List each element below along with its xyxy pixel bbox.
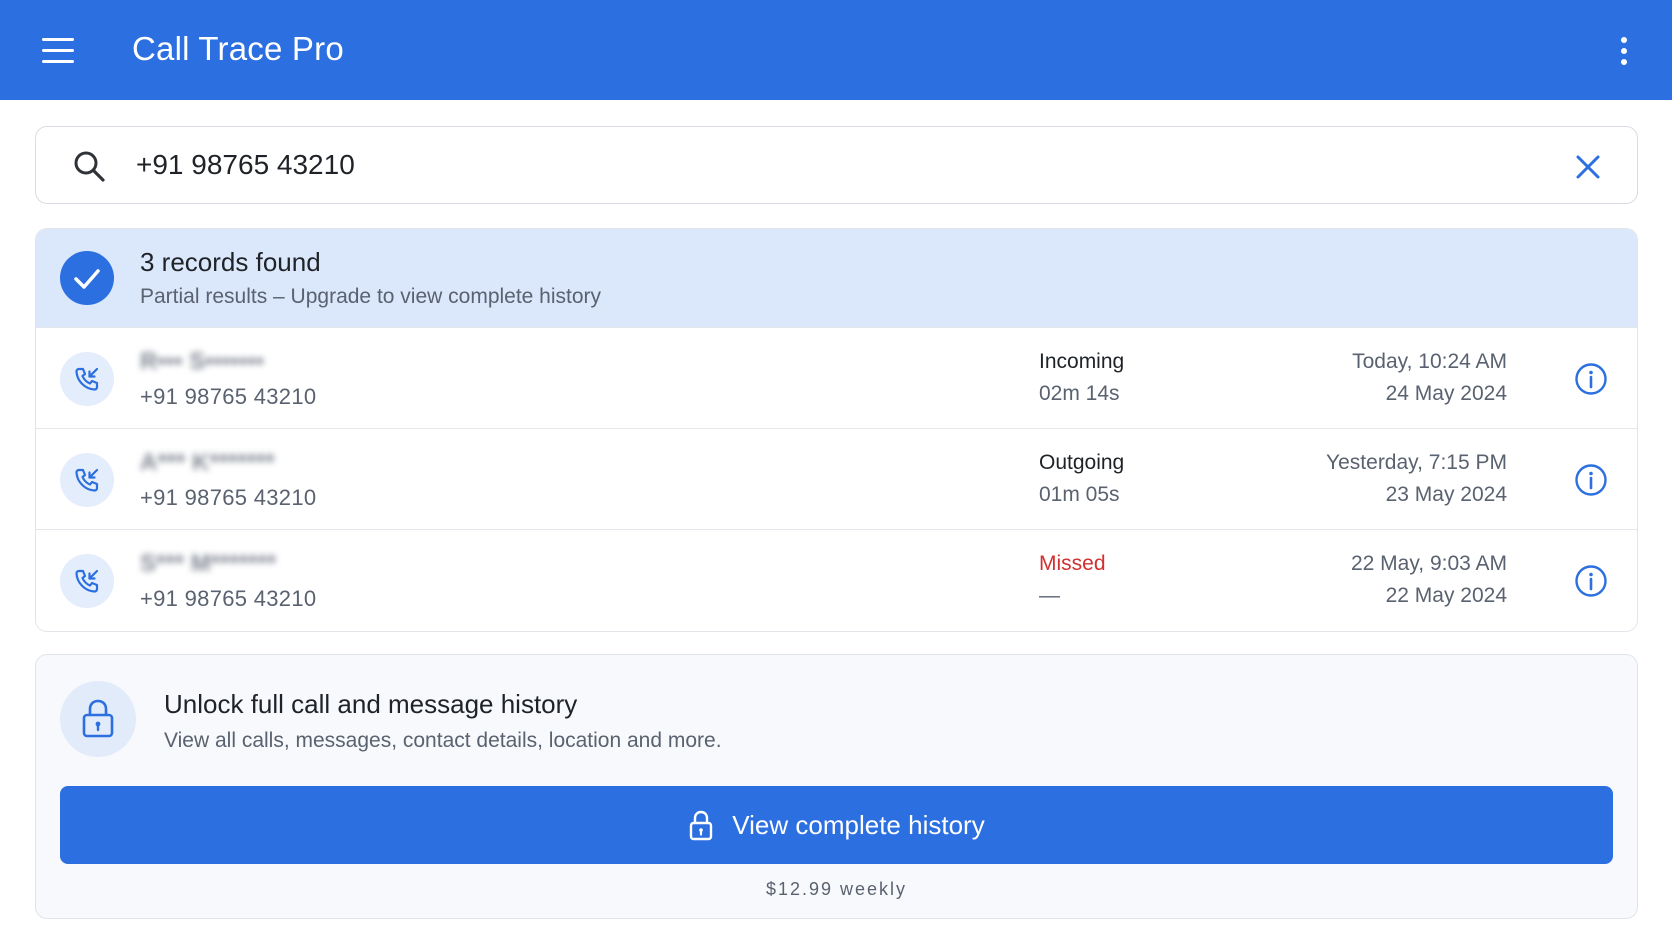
menu-button[interactable] — [40, 38, 76, 64]
more-vertical-icon — [1621, 37, 1627, 43]
app-bar: Call Trace Pro — [0, 0, 1672, 100]
lock-icon — [690, 810, 713, 841]
call-record-row[interactable]: R••• S••••••• +91 98765 43210 Incoming 0… — [36, 327, 1637, 428]
info-icon[interactable] — [1574, 362, 1608, 396]
call-duration: 01m 05s — [1039, 483, 1120, 506]
results-card: 3 records found Partial results – Upgrad… — [35, 228, 1638, 632]
info-icon[interactable] — [1574, 463, 1608, 497]
search-bar — [35, 126, 1638, 204]
cta-label: View complete history — [732, 809, 985, 840]
phone-incoming-icon — [60, 352, 114, 406]
contact-number: +91 98765 43210 — [140, 485, 317, 510]
call-time: 22 May, 9:03 AM — [1350, 552, 1507, 575]
unlock-card: Unlock full call and message history Vie… — [35, 654, 1638, 919]
contact-name-masked: A*** K******* — [140, 449, 275, 476]
call-type: Outgoing — [1039, 451, 1125, 474]
call-time: Today, 10:24 AM — [1352, 350, 1507, 373]
call-record-row[interactable]: S*** M******* +91 98765 43210 Missed — 2… — [36, 529, 1637, 630]
unlock-subtitle: View all calls, messages, contact detail… — [164, 729, 722, 752]
app-title: Call Trace Pro — [132, 30, 344, 67]
search-input[interactable] — [136, 143, 1476, 187]
contact-number: +91 98765 43210 — [140, 384, 317, 409]
phone-incoming-icon — [60, 453, 114, 507]
unlock-title: Unlock full call and message history — [164, 689, 578, 719]
close-icon[interactable] — [1572, 151, 1604, 183]
phone-incoming-icon — [60, 554, 114, 608]
search-icon — [74, 151, 105, 182]
info-icon[interactable] — [1574, 564, 1608, 598]
call-date: 23 May 2024 — [1385, 483, 1507, 506]
lock-icon — [60, 681, 136, 757]
contact-name-masked: S*** M******* — [140, 550, 277, 577]
call-type: Missed — [1039, 552, 1106, 575]
results-count: 3 records found — [140, 247, 321, 277]
call-record-row[interactable]: A*** K******* +91 98765 43210 Outgoing 0… — [36, 428, 1637, 529]
results-subtitle: Partial results – Upgrade to view comple… — [140, 285, 602, 308]
results-summary-banner: 3 records found Partial results – Upgrad… — [36, 229, 1637, 327]
view-complete-history-button[interactable]: View complete history — [60, 786, 1613, 864]
price-label: $12.99 weekly — [765, 879, 908, 899]
call-type: Incoming — [1039, 350, 1125, 373]
call-duration: 02m 14s — [1039, 382, 1120, 405]
check-icon — [60, 251, 114, 305]
call-duration: — — [1039, 584, 1060, 607]
call-date: 24 May 2024 — [1385, 382, 1507, 405]
hamburger-icon — [42, 38, 74, 41]
call-date: 22 May 2024 — [1385, 584, 1507, 607]
contact-name-masked: R••• S••••••• — [140, 348, 265, 375]
contact-number: +91 98765 43210 — [140, 586, 317, 611]
call-time: Yesterday, 7:15 PM — [1326, 451, 1507, 474]
more-options-button[interactable] — [1608, 34, 1638, 68]
